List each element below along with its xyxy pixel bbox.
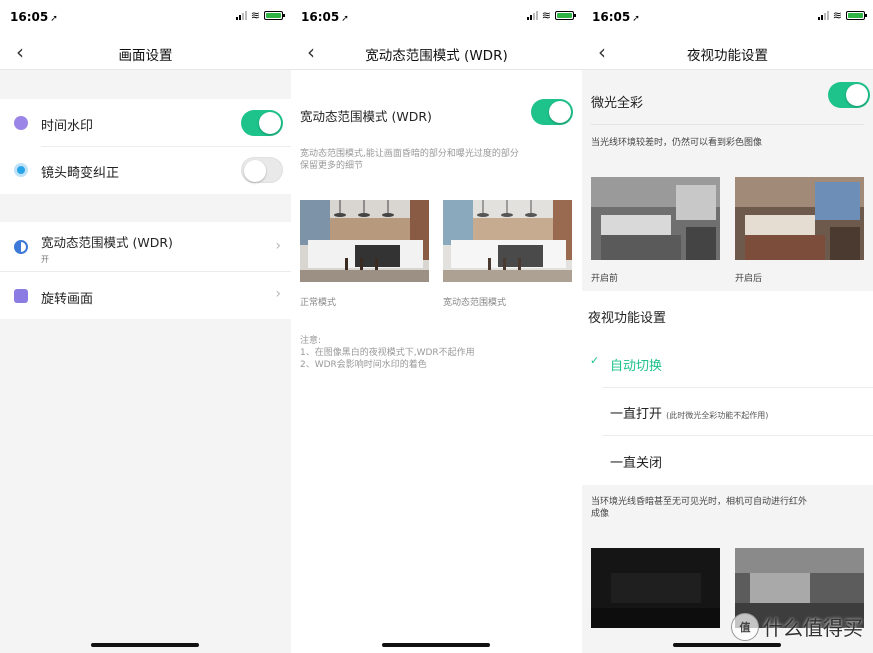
wdr-value: 开 [41, 255, 49, 264]
status-time: 16:05 ➚ [301, 10, 349, 24]
option-note: (此时微光全彩功能不起作用) [666, 411, 769, 420]
wifi-icon: ≋ [832, 9, 842, 22]
page-title: 画面设置 [118, 48, 173, 64]
night-mode-section: 夜视功能设置 ✓ 自动切换 一直打开 (此时微光全彩功能不起作用) 一直关闭 [582, 291, 873, 485]
toggle-group: 时间水印 镜头畸变纠正 [0, 99, 291, 194]
rotate-icon [14, 289, 28, 303]
ir-before-image [591, 548, 720, 628]
option-always-on[interactable]: 一直打开 (此时微光全彩功能不起作用) [582, 388, 873, 435]
signal-icon [235, 11, 247, 20]
after-image [735, 177, 864, 260]
row-time-watermark: 时间水印 [0, 99, 291, 146]
option-auto[interactable]: ✓ 自动切换 [582, 339, 873, 387]
option-label: 自动切换 [610, 359, 663, 374]
status-time: 16:05 ➚ [10, 10, 58, 24]
wdr-switch-label: 宽动态范围模式 (WDR) [300, 109, 432, 124]
starlight-hint: 当光线环境较差时，仍然可以看到彩色图像 [591, 138, 763, 148]
wifi-icon: ≋ [541, 9, 551, 22]
starlight-section: 微光全彩 当光线环境较差时，仍然可以看到彩色图像 开启前 开启后 [582, 71, 873, 291]
note-title: 注意: [300, 336, 322, 346]
screen-night-vision: 16:05 ➚ ≋ ‹ 夜视功能设置 微光全彩 当光线环境较差时，仍然可以看到彩色… [582, 0, 873, 653]
nav-bar: ‹ 宽动态范围模式 (WDR) [291, 36, 582, 70]
chevron-right-icon: › [275, 238, 281, 254]
note-item: 1、在图像黑白的夜视模式下,WDR不起作用 [300, 348, 475, 358]
desc-line: 保留更多的细节 [300, 161, 364, 171]
row-label: 镜头畸变纠正 [41, 166, 120, 181]
location-arrow-icon: ➚ [632, 14, 640, 24]
option-label: 一直关闭 [610, 456, 663, 471]
wifi-icon: ≋ [250, 9, 260, 22]
location-arrow-icon: ➚ [341, 14, 349, 24]
row-label: 宽动态范围模式 (WDR) [41, 235, 173, 250]
location-arrow-icon: ➚ [50, 14, 58, 24]
check-icon: ✓ [590, 354, 600, 367]
option-always-off[interactable]: 一直关闭 [582, 436, 873, 484]
status-bar: 16:05 ➚ ≋ [0, 0, 291, 36]
wdr-description: 宽动态范围模式,能让画面昏暗的部分和曝光过度的部分 保留更多的细节 [300, 148, 519, 172]
status-bar: 16:05 ➚ ≋ [291, 0, 582, 36]
row-lens-correction: 镜头畸变纠正 [0, 147, 291, 194]
time-watermark-toggle[interactable] [241, 110, 283, 136]
nav-bar: ‹ 夜视功能设置 [582, 36, 873, 70]
starlight-toggle[interactable] [828, 82, 870, 108]
signal-icon [526, 11, 538, 20]
screen-picture-settings: 16:05 ➚ ≋ ‹ 画面设置 时间水印 镜头畸变纠正 宽动态范围模式 (WDR… [0, 0, 291, 653]
hint-line: 成像 [591, 509, 610, 519]
wdr-notes: 注意: 1、在图像黑白的夜视模式下,WDR不起作用 2、WDR会影响时间水印的着… [300, 335, 475, 371]
page-title: 宽动态范围模式 (WDR) [365, 48, 508, 64]
wdr-mode-image [443, 200, 572, 282]
nav-group: 宽动态范围模式 (WDR) 开 › 旋转画面 › [0, 222, 291, 319]
contrast-icon [14, 240, 28, 254]
divider [591, 124, 864, 125]
row-label: 时间水印 [41, 119, 94, 134]
starlight-label: 微光全彩 [591, 96, 644, 111]
battery-icon [846, 11, 867, 20]
home-indicator [382, 643, 490, 647]
row-rotate[interactable]: 旋转画面 › [0, 272, 291, 319]
battery-icon [264, 11, 285, 20]
watermark-text: 什么值得买 [763, 616, 863, 640]
home-indicator [91, 643, 199, 647]
hint-line: 当环境光线昏暗甚至无可见光时，相机可自动进行红外 [591, 497, 808, 507]
caption-normal: 正常模式 [300, 298, 337, 308]
battery-icon [555, 11, 576, 20]
page-title: 夜视功能设置 [687, 48, 768, 64]
wdr-toggle[interactable] [531, 99, 573, 125]
clock-icon [14, 116, 28, 130]
site-watermark: 值 什么值得买 [731, 612, 863, 641]
row-label: 旋转画面 [41, 292, 94, 307]
nav-bar: ‹ 画面设置 [0, 36, 291, 70]
section-title: 夜视功能设置 [588, 311, 667, 326]
ir-hint: 当环境光线昏暗甚至无可见光时，相机可自动进行红外 成像 [591, 496, 807, 520]
caption-after: 开启后 [735, 274, 763, 284]
lens-correction-toggle[interactable] [241, 157, 283, 183]
screen-wdr: 16:05 ➚ ≋ ‹ 宽动态范围模式 (WDR) 宽动态范围模式 (WDR) 宽… [291, 0, 582, 653]
signal-icon [817, 11, 829, 20]
watermark-badge: 值 [731, 612, 759, 641]
note-item: 2、WDR会影响时间水印的着色 [300, 360, 427, 370]
option-label: 一直打开 [610, 407, 663, 422]
caption-wdr: 宽动态范围模式 [443, 298, 507, 308]
before-image [591, 177, 720, 260]
chevron-right-icon: › [275, 286, 281, 302]
lens-icon [14, 163, 28, 177]
status-time: 16:05 ➚ [592, 10, 640, 24]
home-indicator [673, 643, 781, 647]
status-bar: 16:05 ➚ ≋ [582, 0, 873, 36]
desc-line: 宽动态范围模式,能让画面昏暗的部分和曝光过度的部分 [300, 149, 519, 159]
caption-before: 开启前 [591, 274, 619, 284]
normal-mode-image [300, 200, 429, 282]
row-wdr[interactable]: 宽动态范围模式 (WDR) 开 › [0, 222, 291, 271]
